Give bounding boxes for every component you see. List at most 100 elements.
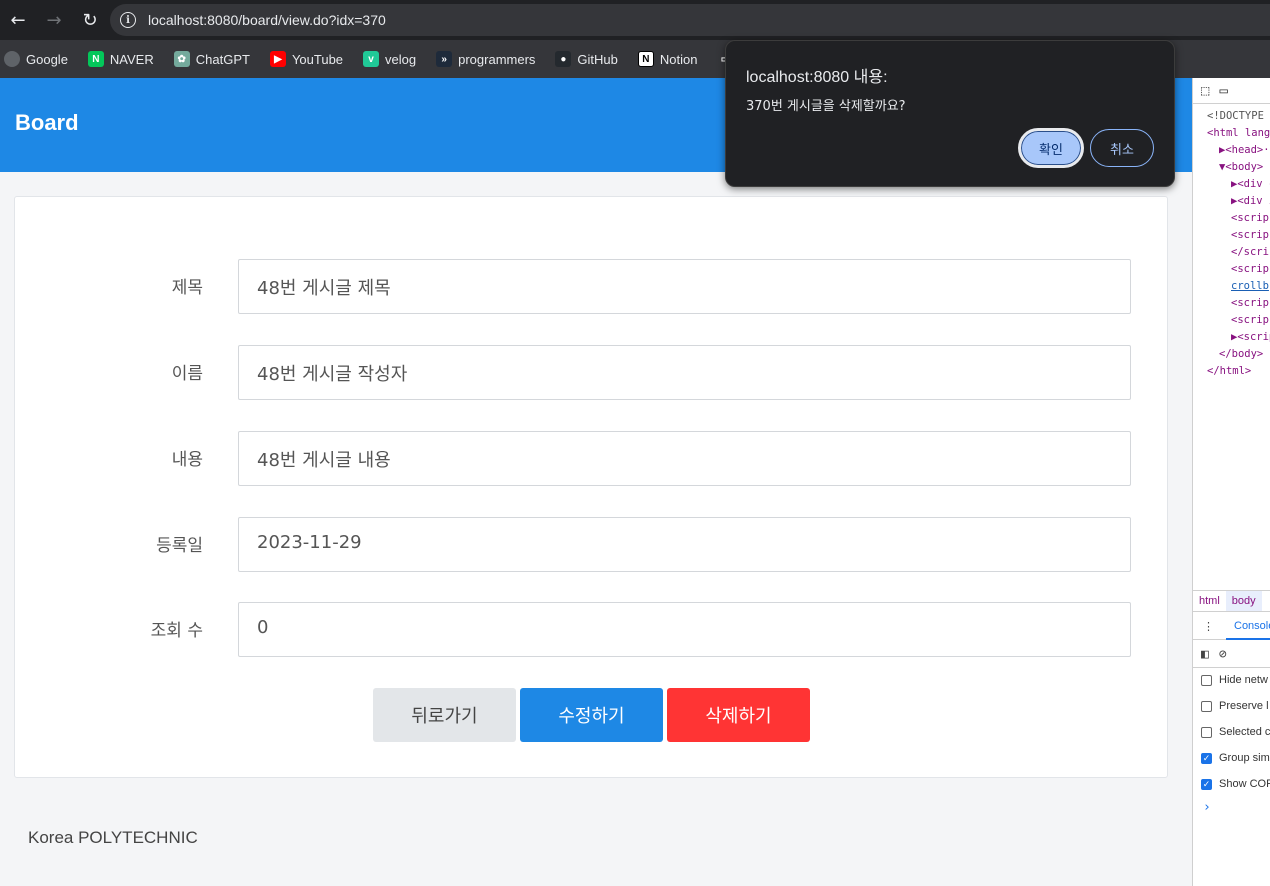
confirm-dialog: localhost:8080 내용: 370번 게시글을 삭제할까요? 확인 취… — [725, 40, 1175, 187]
dom-node-line[interactable]: ▶<div i — [1193, 195, 1270, 212]
site-info-icon[interactable]: i — [120, 12, 136, 28]
tab-console[interactable]: Console — [1226, 614, 1270, 640]
dom-node-line[interactable]: </scri — [1193, 246, 1270, 263]
back-button[interactable]: 뒤로가기 — [373, 688, 516, 742]
bookmark-naver[interactable]: N NAVER — [87, 51, 154, 67]
console-option[interactable]: ✓ Group sim — [1201, 752, 1270, 764]
back-arrow-icon[interactable]: ← — [0, 2, 36, 38]
bookmark-programmers[interactable]: » programmers — [436, 51, 535, 67]
dom-node-line[interactable]: </html> — [1193, 365, 1270, 382]
checkbox-unchecked-icon[interactable] — [1201, 674, 1212, 686]
form-row-name: 이름 48번 게시글 작성자 — [15, 345, 1169, 400]
delete-button[interactable]: 삭제하기 — [667, 688, 810, 742]
bookmark-github[interactable]: ● GitHub — [555, 51, 618, 67]
edit-button[interactable]: 수정하기 — [520, 688, 663, 742]
dom-node-line[interactable]: ▶<head>··· — [1193, 144, 1270, 161]
dialog-ok-button[interactable]: 확인 — [1018, 128, 1084, 168]
bookmark-label: NAVER — [109, 51, 154, 67]
bookmark-velog[interactable]: v velog — [363, 51, 416, 67]
console-option[interactable]: ✓ Show COR — [1201, 778, 1270, 790]
dom-node-line[interactable]: <scrip — [1193, 314, 1270, 331]
title-label: 제목 — [171, 278, 203, 298]
date-field[interactable]: 2023-11-29 — [238, 517, 1131, 572]
bookmark-label: YouTube — [291, 51, 344, 67]
bookmark-youtube[interactable]: ▶ YouTube — [269, 51, 344, 67]
dialog-cancel-button[interactable]: 취소 — [1090, 129, 1154, 167]
dialog-title: localhost:8080 내용: — [746, 69, 888, 86]
globe-icon — [4, 51, 20, 67]
views-field[interactable]: 0 — [238, 602, 1131, 657]
drawer-tabs: ⋮ Console — [1193, 614, 1270, 640]
bookmark-label: programmers — [458, 51, 536, 67]
devtools-toolbar: ⬚ ▭ — [1193, 78, 1270, 104]
brand-title[interactable]: Board — [15, 110, 79, 136]
bookmark-chatgpt[interactable]: ✿ ChatGPT — [173, 51, 250, 67]
console-prompt-icon[interactable]: › — [1203, 800, 1211, 815]
content-label: 내용 — [171, 450, 203, 470]
github-icon: ● — [555, 51, 572, 67]
elements-tree: <!DOCTYPE<html lang▶<head>···▼<body> =▶<… — [1193, 104, 1270, 382]
dom-node-line[interactable]: <!DOCTYPE — [1193, 110, 1270, 127]
bookmark-label: Notion — [659, 51, 698, 67]
crumb-html[interactable]: html — [1193, 591, 1226, 611]
dom-node-line[interactable]: ▶<scrip — [1193, 331, 1270, 348]
programmers-icon: » — [436, 51, 453, 67]
bookmark-google[interactable]: Google — [4, 51, 68, 67]
form-row-title: 제목 48번 게시글 제목 — [15, 259, 1169, 314]
dom-node-line[interactable]: <scrip — [1193, 263, 1270, 280]
forward-arrow-icon[interactable]: → — [36, 2, 72, 38]
checkbox-unchecked-icon[interactable] — [1201, 700, 1212, 712]
console-option[interactable]: Hide netw — [1201, 674, 1268, 686]
dom-node-line[interactable]: <scrip — [1193, 212, 1270, 229]
dom-node-line[interactable]: <html lang — [1193, 127, 1270, 144]
device-toolbar-icon[interactable]: ▭ — [1219, 83, 1227, 99]
checkbox-checked-icon[interactable]: ✓ — [1201, 778, 1212, 790]
console-option-label: Hide netw — [1219, 674, 1268, 686]
bookmark-notion[interactable]: N Notion — [637, 51, 698, 67]
bookmark-label: GitHub — [577, 51, 618, 67]
console-option-label: Preserve l — [1219, 700, 1269, 712]
velog-icon: v — [363, 51, 380, 67]
name-label: 이름 — [171, 364, 203, 384]
checkbox-unchecked-icon[interactable] — [1201, 726, 1212, 738]
console-option-label: Group sim — [1219, 752, 1270, 764]
form-row-content: 내용 48번 게시글 내용 — [15, 431, 1169, 486]
reload-icon[interactable]: ↻ — [72, 2, 108, 38]
post-detail-card: 제목 48번 게시글 제목 이름 48번 게시글 작성자 내용 48번 게시글 … — [14, 196, 1168, 778]
name-field[interactable]: 48번 게시글 작성자 — [238, 345, 1131, 400]
more-menu-icon[interactable]: ⋮ — [1203, 620, 1214, 633]
crumb-body[interactable]: body — [1225, 591, 1262, 611]
dom-node-line[interactable]: ▶<div c — [1193, 178, 1270, 195]
bookmark-label: ChatGPT — [195, 51, 250, 67]
console-option-label: Selected c — [1219, 726, 1270, 738]
dom-node-line[interactable]: <scrip — [1193, 229, 1270, 246]
form-row-date: 등록일 2023-11-29 — [15, 517, 1169, 572]
dom-node-line[interactable]: </body> — [1193, 348, 1270, 365]
dom-node-line[interactable]: crollb — [1193, 280, 1270, 297]
notion-icon: N — [637, 51, 654, 67]
inspect-element-icon[interactable]: ⬚ — [1201, 83, 1209, 99]
content-field[interactable]: 48번 게시글 내용 — [238, 431, 1131, 486]
devtools-breadcrumb: html body — [1193, 590, 1270, 612]
footer-text: Korea POLYTECHNIC — [28, 828, 198, 847]
sidebar-toggle-icon[interactable]: ◧ — [1201, 647, 1209, 662]
console-option[interactable]: Preserve l — [1201, 700, 1269, 712]
url-text[interactable]: localhost:8080/board/view.do?idx=370 — [148, 12, 386, 28]
dom-node-line[interactable]: <scrip — [1193, 297, 1270, 314]
naver-icon: N — [87, 51, 104, 67]
views-label: 조회 수 — [150, 621, 203, 641]
checkbox-checked-icon[interactable]: ✓ — [1201, 752, 1212, 764]
date-label: 등록일 — [156, 536, 203, 556]
dom-node-line[interactable]: ▼<body> = — [1193, 161, 1270, 178]
title-field[interactable]: 48번 게시글 제목 — [238, 259, 1131, 314]
bookmark-label: Google — [26, 51, 68, 67]
console-controls: ◧ ⊘ — [1193, 642, 1270, 668]
bookmark-label: velog — [385, 51, 417, 67]
browser-toolbar: ← → ↻ i localhost:8080/board/view.do?idx… — [0, 0, 1270, 40]
address-bar[interactable]: i localhost:8080/board/view.do?idx=370 — [110, 4, 1270, 36]
console-option[interactable]: Selected c — [1201, 726, 1270, 738]
dialog-message: 370번 게시글을 삭제할까요? — [746, 99, 906, 114]
clear-console-icon[interactable]: ⊘ — [1219, 647, 1227, 662]
console-option-label: Show COR — [1219, 778, 1270, 790]
form-row-views: 조회 수 0 — [15, 602, 1169, 657]
